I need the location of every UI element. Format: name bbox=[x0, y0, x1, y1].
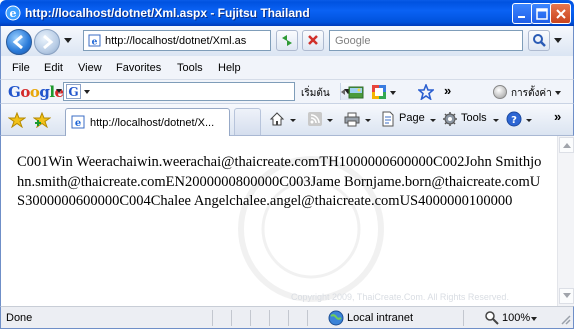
image-search-icon[interactable] bbox=[348, 84, 364, 100]
help-dropdown[interactable] bbox=[526, 119, 532, 122]
home-icon[interactable] bbox=[269, 111, 285, 127]
svg-text:e: e bbox=[92, 38, 98, 48]
chevron-down-icon[interactable] bbox=[390, 91, 396, 95]
translate-icon[interactable] bbox=[371, 84, 387, 100]
chevron-down-icon bbox=[563, 293, 571, 298]
favorites-star-icon[interactable] bbox=[8, 112, 26, 128]
feeds-dropdown[interactable] bbox=[327, 119, 333, 122]
chevron-up-icon bbox=[563, 143, 571, 148]
google-search-button[interactable]: เริ่มต้น bbox=[301, 86, 330, 101]
google-g-icon: G bbox=[66, 84, 81, 99]
maximize-icon bbox=[536, 8, 548, 20]
status-panel bbox=[231, 310, 247, 326]
minimize-icon bbox=[518, 16, 525, 18]
forward-arrow-icon bbox=[43, 34, 54, 50]
menu-favorites[interactable]: Favorites bbox=[116, 62, 161, 74]
scroll-up-button[interactable] bbox=[559, 137, 574, 153]
tab-title: http://localhost/dotnet/X... bbox=[90, 117, 215, 129]
refresh-icon bbox=[282, 35, 292, 46]
chevron-down-icon bbox=[84, 90, 90, 94]
more-tools-chevron[interactable]: » bbox=[444, 83, 451, 98]
zoom-level[interactable]: 100% bbox=[502, 312, 530, 324]
search-options-dropdown-icon[interactable] bbox=[554, 38, 562, 43]
back-arrow-icon bbox=[12, 34, 23, 50]
page-favicon-icon: e bbox=[71, 115, 85, 129]
address-toolbar: e http://localhost/dotnet/Xml.aspx Googl… bbox=[0, 26, 574, 56]
add-favorite-icon[interactable] bbox=[33, 112, 51, 128]
menu-help[interactable]: Help bbox=[218, 62, 241, 74]
vertical-scrollbar[interactable] bbox=[557, 136, 574, 306]
settings-icon[interactable] bbox=[493, 85, 507, 99]
svg-text:?: ? bbox=[511, 115, 517, 126]
stop-icon bbox=[308, 35, 318, 45]
search-icon bbox=[533, 34, 546, 47]
google-settings-button[interactable]: การตั้งค่า bbox=[511, 86, 552, 101]
menu-view[interactable]: View bbox=[78, 62, 102, 74]
status-panel bbox=[269, 310, 285, 326]
menu-edit[interactable]: Edit bbox=[44, 62, 63, 74]
page-menu-button[interactable]: Page bbox=[399, 112, 425, 124]
scroll-down-button[interactable] bbox=[559, 288, 574, 304]
google-toolbar: Google G เริ่มต้น » การตั้งค่า bbox=[0, 80, 574, 104]
status-panel bbox=[212, 310, 228, 326]
menu-file[interactable]: File bbox=[12, 62, 30, 74]
menu-bar: File Edit View Favorites Tools Help bbox=[0, 56, 574, 80]
security-zone-label[interactable]: Local intranet bbox=[347, 312, 413, 324]
google-search-input[interactable]: G bbox=[63, 82, 354, 101]
address-input[interactable]: e http://localhost/dotnet/Xml.aspx bbox=[83, 30, 352, 51]
close-icon bbox=[556, 9, 566, 19]
help-icon[interactable]: ? bbox=[506, 111, 522, 127]
page-dropdown[interactable] bbox=[430, 119, 436, 122]
page-content: C001Win Weerachaiwin.weerachai@thaicreat… bbox=[0, 136, 574, 306]
google-menu-dropdown-icon[interactable] bbox=[56, 89, 62, 93]
status-panel bbox=[250, 310, 266, 326]
menu-tools[interactable]: Tools bbox=[177, 62, 203, 74]
tab-command-bar: e http://localhost/dotnet/X... Page Tool… bbox=[0, 104, 574, 136]
ie-logo-icon: e bbox=[5, 5, 21, 21]
search-placeholder: Google bbox=[335, 35, 371, 47]
page-favicon-icon: e bbox=[88, 34, 101, 47]
address-text[interactable]: http://localhost/dotnet/Xml.aspx bbox=[105, 35, 247, 47]
watermark-copyright: Copyright 2009, ThaiCreate.Com. All Righ… bbox=[291, 292, 509, 302]
back-button[interactable] bbox=[6, 29, 32, 55]
status-text: Done bbox=[6, 312, 33, 324]
status-panel bbox=[307, 310, 323, 326]
refresh-button[interactable] bbox=[276, 30, 298, 51]
tools-dropdown[interactable] bbox=[493, 119, 499, 122]
status-separator bbox=[463, 310, 465, 326]
gear-icon[interactable] bbox=[442, 111, 458, 127]
xml-output-text: C001Win Weerachaiwin.weerachai@thaicreat… bbox=[17, 154, 542, 210]
zoom-icon[interactable] bbox=[484, 310, 500, 326]
window-title-bar[interactable]: e http://localhost/dotnet/Xml.aspx - Fuj… bbox=[0, 0, 574, 26]
maximize-button[interactable] bbox=[531, 3, 552, 24]
history-dropdown-icon[interactable] bbox=[64, 38, 72, 43]
stop-button[interactable] bbox=[302, 30, 324, 51]
resize-grip-icon[interactable] bbox=[559, 313, 571, 325]
search-button[interactable] bbox=[528, 30, 550, 51]
page-icon[interactable] bbox=[380, 111, 396, 127]
local-intranet-icon[interactable] bbox=[328, 310, 344, 326]
feeds-icon[interactable] bbox=[307, 111, 323, 127]
search-input[interactable]: Google bbox=[329, 30, 523, 51]
svg-text:e: e bbox=[75, 118, 81, 129]
window-title: http://localhost/dotnet/Xml.aspx - Fujit… bbox=[25, 6, 310, 20]
close-button[interactable] bbox=[550, 3, 571, 24]
status-panel bbox=[288, 310, 304, 326]
print-dropdown[interactable] bbox=[365, 119, 371, 122]
forward-button[interactable] bbox=[34, 29, 60, 55]
tab-current-page[interactable]: e http://localhost/dotnet/X... bbox=[65, 108, 230, 136]
new-tab-button[interactable] bbox=[234, 108, 261, 135]
zoom-dropdown-icon[interactable] bbox=[531, 317, 537, 321]
bookmark-star-icon[interactable] bbox=[418, 84, 434, 100]
minimize-button[interactable] bbox=[512, 3, 533, 24]
more-commands-chevron[interactable]: » bbox=[554, 109, 561, 124]
print-icon[interactable] bbox=[344, 111, 360, 127]
chevron-down-icon[interactable] bbox=[555, 91, 561, 95]
tools-menu-button[interactable]: Tools bbox=[461, 112, 487, 124]
home-dropdown[interactable] bbox=[290, 119, 296, 122]
status-bar: Done Local intranet 100% bbox=[0, 306, 574, 329]
svg-text:e: e bbox=[10, 7, 17, 20]
